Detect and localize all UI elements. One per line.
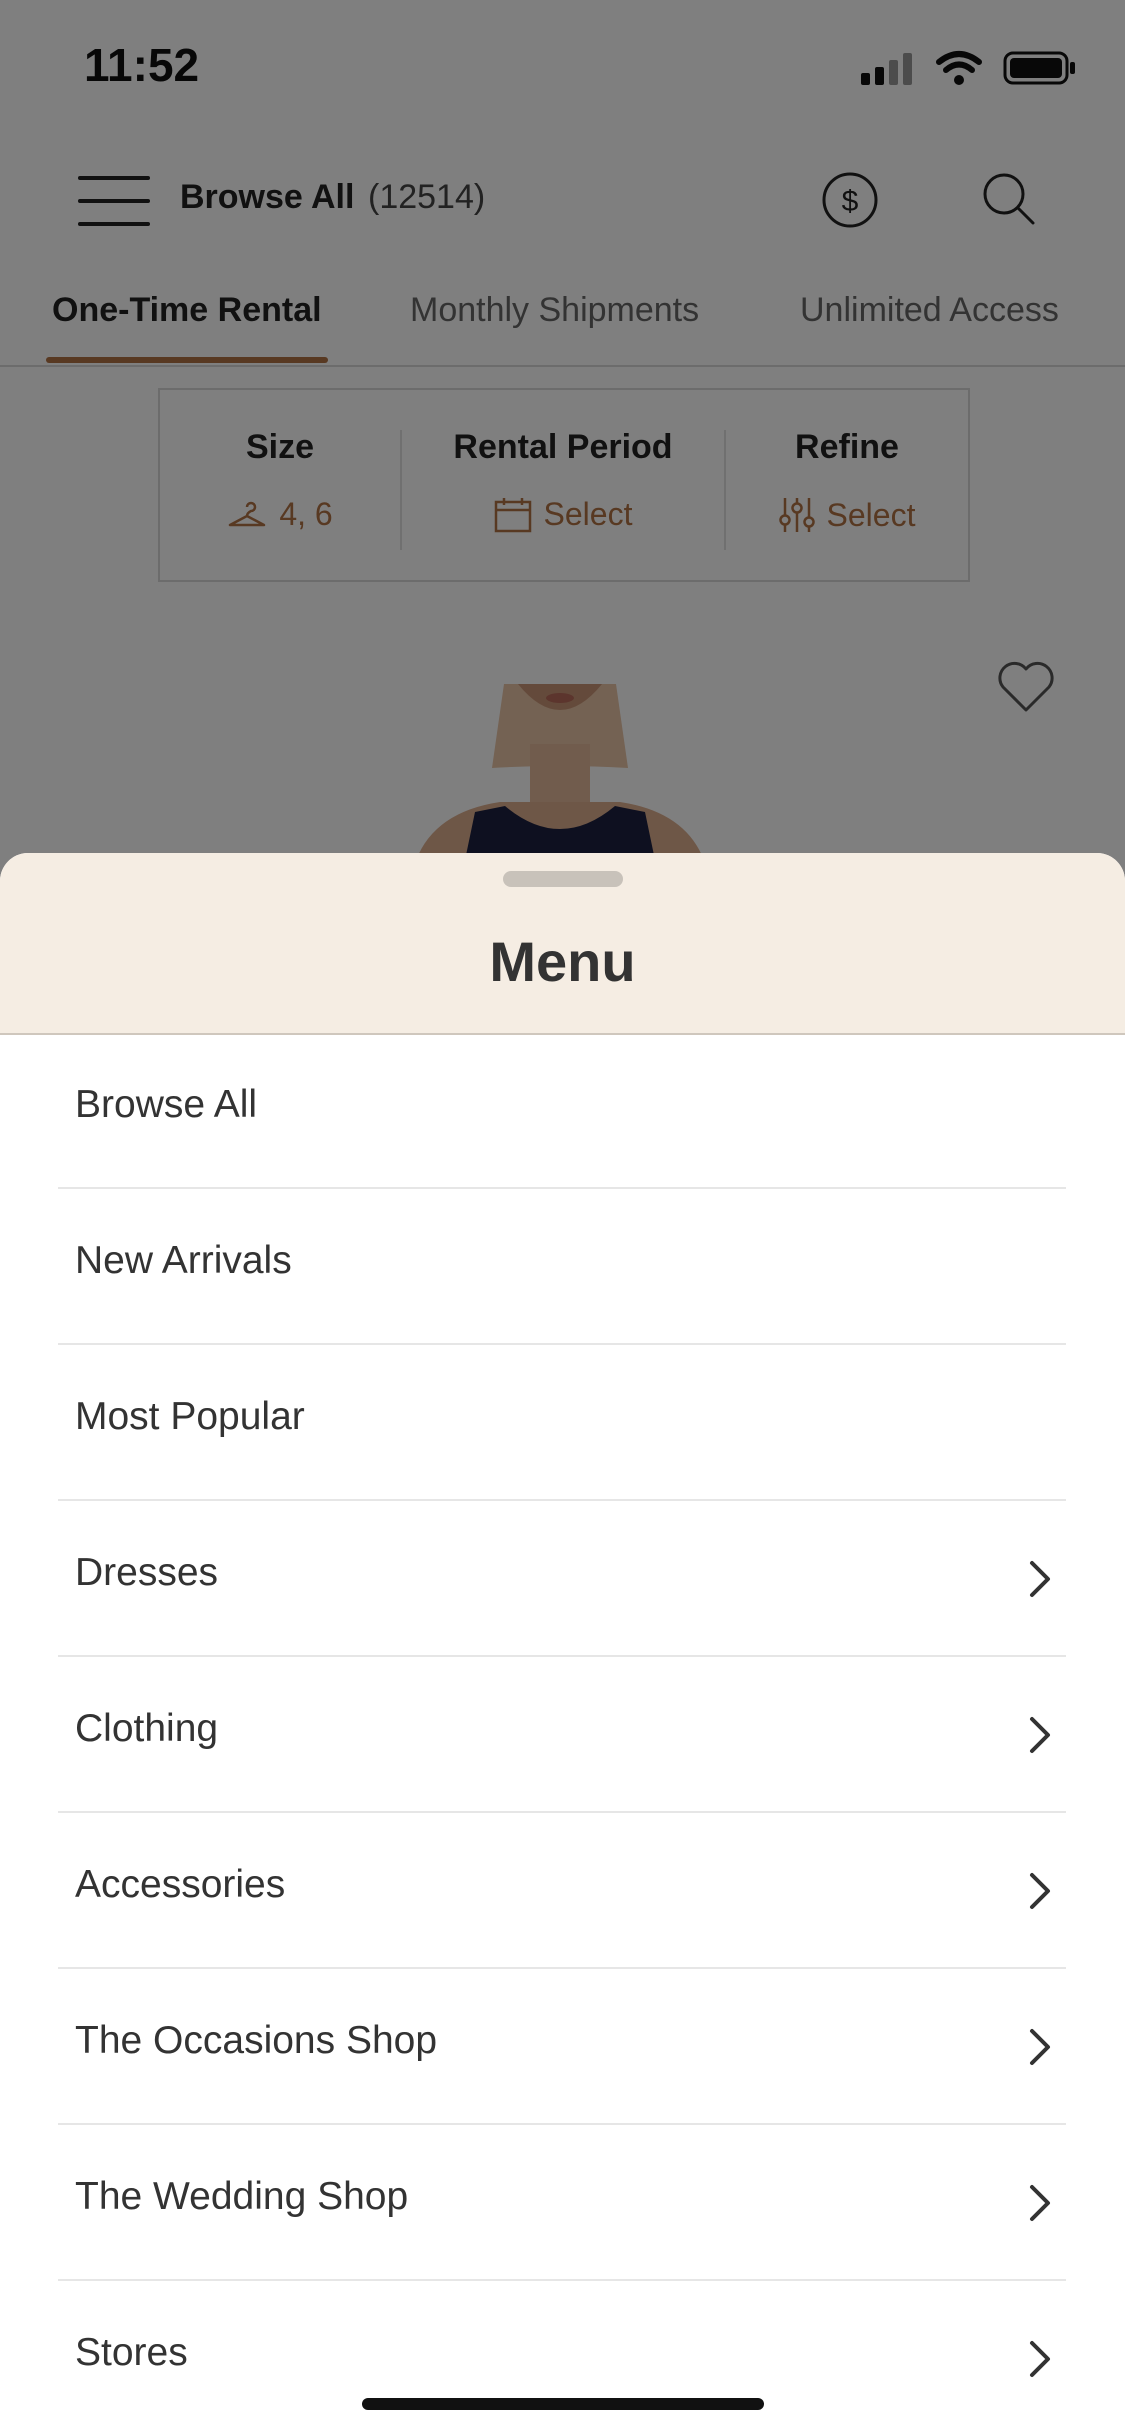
chevron-right-icon <box>1030 1561 1050 1597</box>
menu-item-label: Accessories <box>75 1863 286 1906</box>
home-indicator[interactable] <box>362 2398 764 2410</box>
menu-item-accessories[interactable]: Accessories <box>0 1813 1125 1969</box>
menu-title: Menu <box>489 930 636 993</box>
sheet-drag-handle[interactable] <box>503 871 623 887</box>
menu-item-label: The Wedding Shop <box>75 2175 409 2218</box>
menu-item-stores[interactable]: Stores <box>0 2281 1125 2436</box>
menu-item-label: Most Popular <box>75 1395 305 1438</box>
menu-item-label: New Arrivals <box>75 1239 292 1282</box>
menu-item-clothing[interactable]: Clothing <box>0 1657 1125 1813</box>
menu-item-label: Browse All <box>75 1083 258 1126</box>
menu-item-wedding-shop[interactable]: The Wedding Shop <box>0 2125 1125 2281</box>
sheet-header: Menu <box>0 853 1125 1035</box>
menu-item-label: Dresses <box>75 1551 219 1594</box>
chevron-right-icon <box>1030 1717 1050 1753</box>
menu-item-new-arrivals[interactable]: New Arrivals <box>0 1189 1125 1345</box>
chevron-right-icon <box>1030 2029 1050 2065</box>
menu-item-label: Stores <box>75 2331 188 2374</box>
chevron-right-icon <box>1030 2185 1050 2221</box>
menu-item-browse-all[interactable]: Browse All <box>0 1033 1125 1189</box>
menu-sheet: Menu Browse All New Arrivals Most Popula… <box>0 853 1125 2436</box>
menu-item-dresses[interactable]: Dresses <box>0 1501 1125 1657</box>
chevron-right-icon <box>1030 2341 1050 2377</box>
menu-item-label: Clothing <box>75 1707 219 1750</box>
menu-item-occasions-shop[interactable]: The Occasions Shop <box>0 1969 1125 2125</box>
menu-item-label: The Occasions Shop <box>75 2019 438 2062</box>
chevron-right-icon <box>1030 1873 1050 1909</box>
menu-item-most-popular[interactable]: Most Popular <box>0 1345 1125 1501</box>
